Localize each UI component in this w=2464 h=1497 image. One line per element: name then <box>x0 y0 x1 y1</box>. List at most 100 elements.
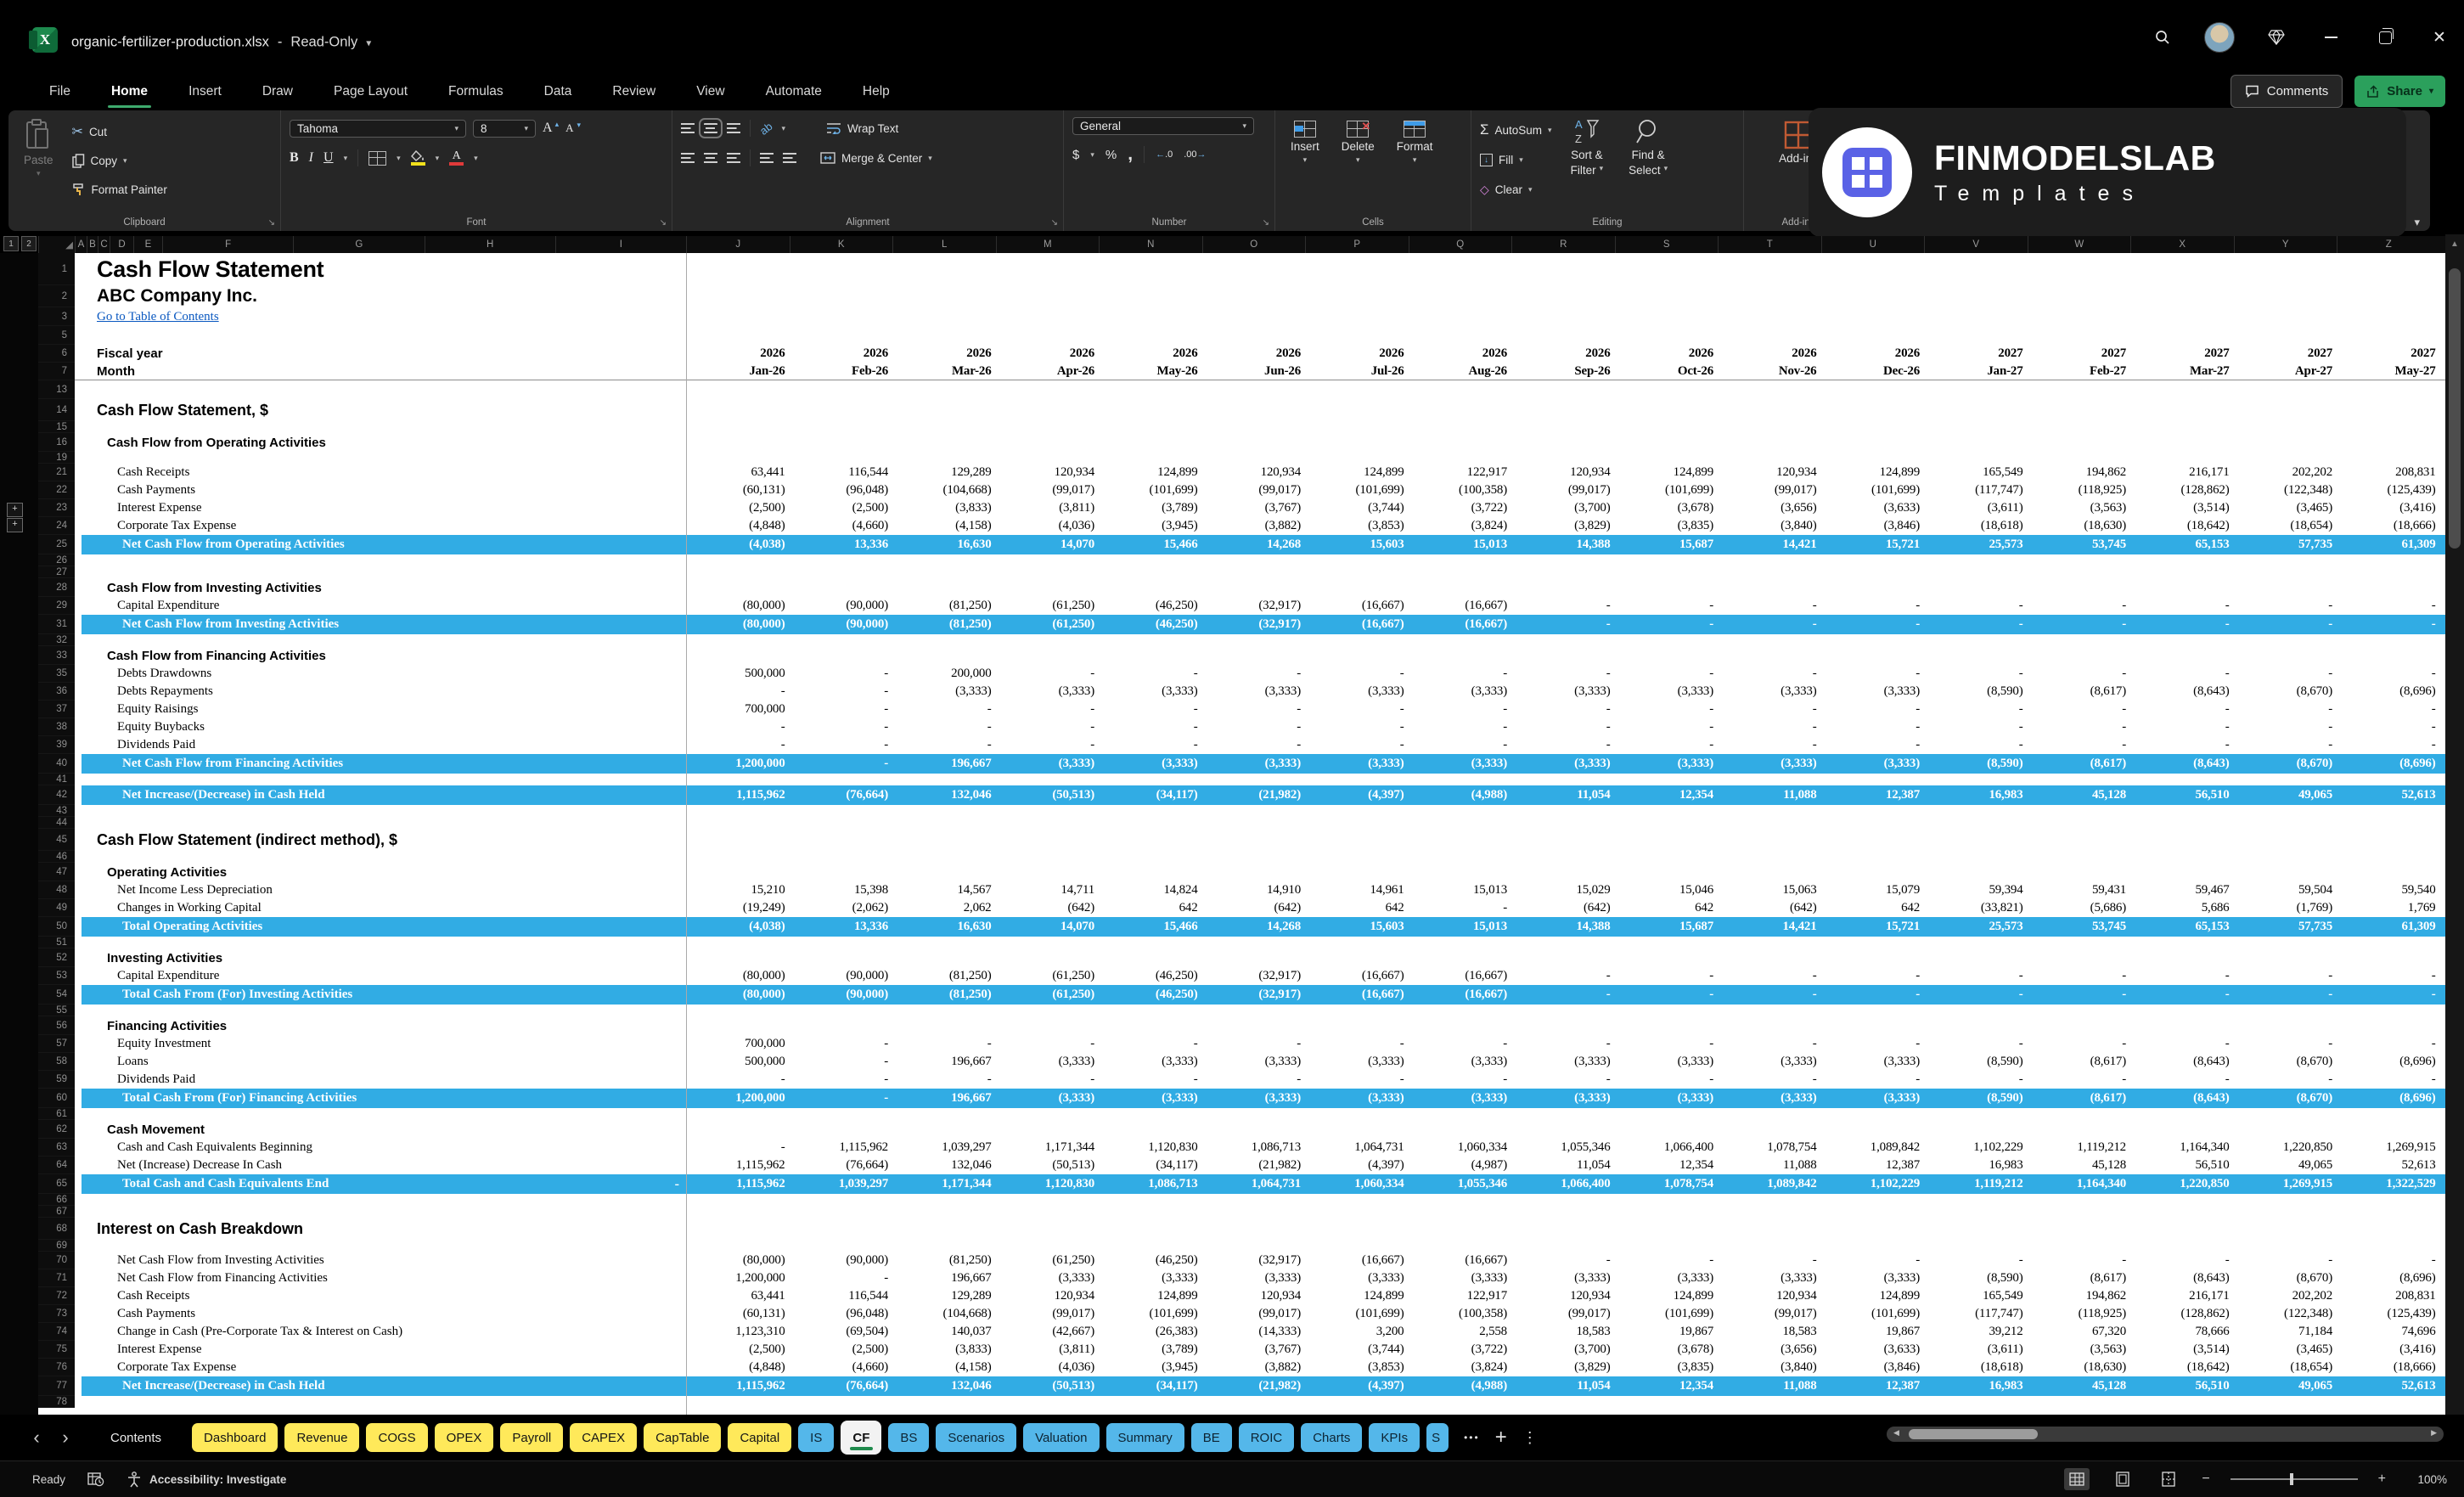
normal-view-icon[interactable] <box>2064 1468 2090 1490</box>
cell[interactable]: (3,846) <box>1821 1359 1925 1376</box>
cell[interactable]: - <box>1821 1035 1925 1053</box>
column-header-O[interactable]: O <box>1202 236 1306 253</box>
column-header-L[interactable]: L <box>892 236 996 253</box>
cell[interactable]: - <box>790 683 893 701</box>
cell[interactable]: (90,000) <box>790 967 893 985</box>
cell[interactable]: (81,250) <box>892 967 996 985</box>
cell[interactable]: (3,333) <box>1615 1053 1719 1071</box>
cell[interactable]: (125,439) <box>2337 1305 2440 1323</box>
row-label-zone[interactable] <box>75 851 686 863</box>
cell[interactable]: - <box>686 1071 790 1089</box>
sheet-tab-contents[interactable]: Contents <box>98 1423 173 1452</box>
row-label-zone[interactable] <box>75 380 686 399</box>
cell[interactable]: 11,054 <box>1511 1376 1615 1396</box>
cell[interactable]: (4,987) <box>1409 1157 1512 1174</box>
row-label-zone[interactable]: Capital Expenditure <box>75 967 686 985</box>
cell[interactable]: (3,333) <box>1305 1089 1409 1108</box>
row-number[interactable]: 76 <box>38 1359 75 1376</box>
find-select-button[interactable]: Find & Select▾ <box>1622 117 1674 178</box>
cell[interactable]: 1,115,962 <box>790 1139 893 1157</box>
cell[interactable]: (4,036) <box>996 517 1100 535</box>
cell[interactable]: 124,899 <box>1099 1287 1202 1305</box>
cell[interactable]: (96,048) <box>790 481 893 499</box>
cell[interactable]: 78,666 <box>2130 1323 2234 1341</box>
cell[interactable]: - <box>1821 597 1925 615</box>
cell[interactable]: (3,333) <box>1409 754 1512 774</box>
font-color-button[interactable]: A <box>449 150 464 166</box>
cell[interactable]: - <box>790 754 893 774</box>
cell[interactable]: 14,711 <box>996 881 1100 899</box>
orientation-button[interactable]: ab <box>757 120 775 138</box>
cell[interactable]: 120,934 <box>996 464 1100 481</box>
grow-font-button[interactable]: A▴ <box>543 117 559 139</box>
menu-tab-review[interactable]: Review <box>610 79 657 104</box>
row-number[interactable]: 7 <box>38 363 75 380</box>
share-button[interactable]: Share ▾ <box>2354 76 2445 107</box>
cell[interactable]: (46,250) <box>1099 1252 1202 1269</box>
cell[interactable]: (50,513) <box>996 785 1100 805</box>
cell[interactable]: (8,617) <box>2028 754 2131 774</box>
row-label-zone[interactable]: Go to Table of Contents <box>75 307 686 326</box>
cell[interactable]: 25,573 <box>1924 917 2028 937</box>
cell[interactable]: (32,917) <box>1202 615 1306 634</box>
cell[interactable]: (46,250) <box>1099 985 1202 1005</box>
cell[interactable]: (3,853) <box>1305 1359 1409 1376</box>
cell[interactable]: (642) <box>1718 899 1821 917</box>
cell[interactable]: May-27 <box>2337 363 2440 380</box>
cell[interactable]: (122,348) <box>2234 481 2337 499</box>
cell[interactable]: 165,549 <box>1924 1287 2028 1305</box>
cell[interactable]: (61,250) <box>996 615 1100 634</box>
cell[interactable]: 1,115,962 <box>686 1376 790 1396</box>
cell[interactable]: 1,060,334 <box>1305 1174 1409 1194</box>
cell[interactable]: - <box>1924 597 2028 615</box>
cell[interactable]: - <box>1099 701 1202 718</box>
cell[interactable]: 500,000 <box>686 665 790 683</box>
cell[interactable]: (21,982) <box>1202 785 1306 805</box>
tabs-scroll-right-icon[interactable]: › <box>54 1427 76 1449</box>
cell[interactable]: - <box>790 1053 893 1071</box>
cell[interactable]: 120,934 <box>1511 464 1615 481</box>
cell[interactable]: 1,322,529 <box>2337 1174 2440 1194</box>
cell[interactable]: (8,617) <box>2028 1053 2131 1071</box>
cell[interactable]: 12,354 <box>1615 1157 1719 1174</box>
column-header-Z[interactable]: Z <box>2337 236 2440 253</box>
row-number[interactable]: 75 <box>38 1341 75 1359</box>
cell[interactable]: - <box>2337 597 2440 615</box>
cell[interactable]: (3,333) <box>1511 1269 1615 1287</box>
cell[interactable]: 120,934 <box>1202 464 1306 481</box>
row-number[interactable]: 31 <box>38 615 75 634</box>
cell[interactable]: (8,617) <box>2028 683 2131 701</box>
cell[interactable]: - <box>686 736 790 754</box>
cell[interactable]: (60,131) <box>686 481 790 499</box>
cell[interactable]: 642 <box>1099 899 1202 917</box>
cell[interactable]: - <box>1305 665 1409 683</box>
cell[interactable]: - <box>1511 1071 1615 1089</box>
cell[interactable]: (16,667) <box>1305 615 1409 634</box>
cell[interactable]: (3,846) <box>1821 517 1925 535</box>
sheet-tab-capital[interactable]: Capital <box>728 1423 791 1452</box>
cell[interactable]: (128,862) <box>2130 1305 2234 1323</box>
cell[interactable]: (8,590) <box>1924 1269 2028 1287</box>
cell[interactable]: 13,336 <box>790 917 893 937</box>
collapse-ribbon-icon[interactable]: ▾ <box>2414 216 2420 229</box>
cell[interactable]: May-26 <box>1099 363 1202 380</box>
row-label-zone[interactable] <box>75 937 686 948</box>
cell[interactable]: - <box>2130 985 2234 1005</box>
cell[interactable]: (3,333) <box>1409 1089 1512 1108</box>
cell[interactable]: (100,358) <box>1409 481 1512 499</box>
cell[interactable]: 56,510 <box>2130 785 2234 805</box>
cell[interactable]: 1,115,962 <box>686 785 790 805</box>
cell[interactable]: (18,630) <box>2028 1359 2131 1376</box>
sheet-tab-summary[interactable]: Summary <box>1106 1423 1184 1452</box>
cell[interactable]: 1,066,400 <box>1511 1174 1615 1194</box>
cell[interactable]: (3,563) <box>2028 1341 2131 1359</box>
row-number[interactable]: 35 <box>38 665 75 683</box>
cell[interactable]: (5,686) <box>2028 899 2131 917</box>
column-header-N[interactable]: N <box>1099 236 1202 253</box>
cell[interactable]: 2026 <box>1718 345 1821 363</box>
cell[interactable]: (3,811) <box>996 499 1100 517</box>
sheet-tab-capex[interactable]: CAPEX <box>570 1423 637 1452</box>
cell[interactable]: 1,089,842 <box>1718 1174 1821 1194</box>
cell[interactable]: (99,017) <box>1511 1305 1615 1323</box>
cell[interactable]: 56,510 <box>2130 1376 2234 1396</box>
